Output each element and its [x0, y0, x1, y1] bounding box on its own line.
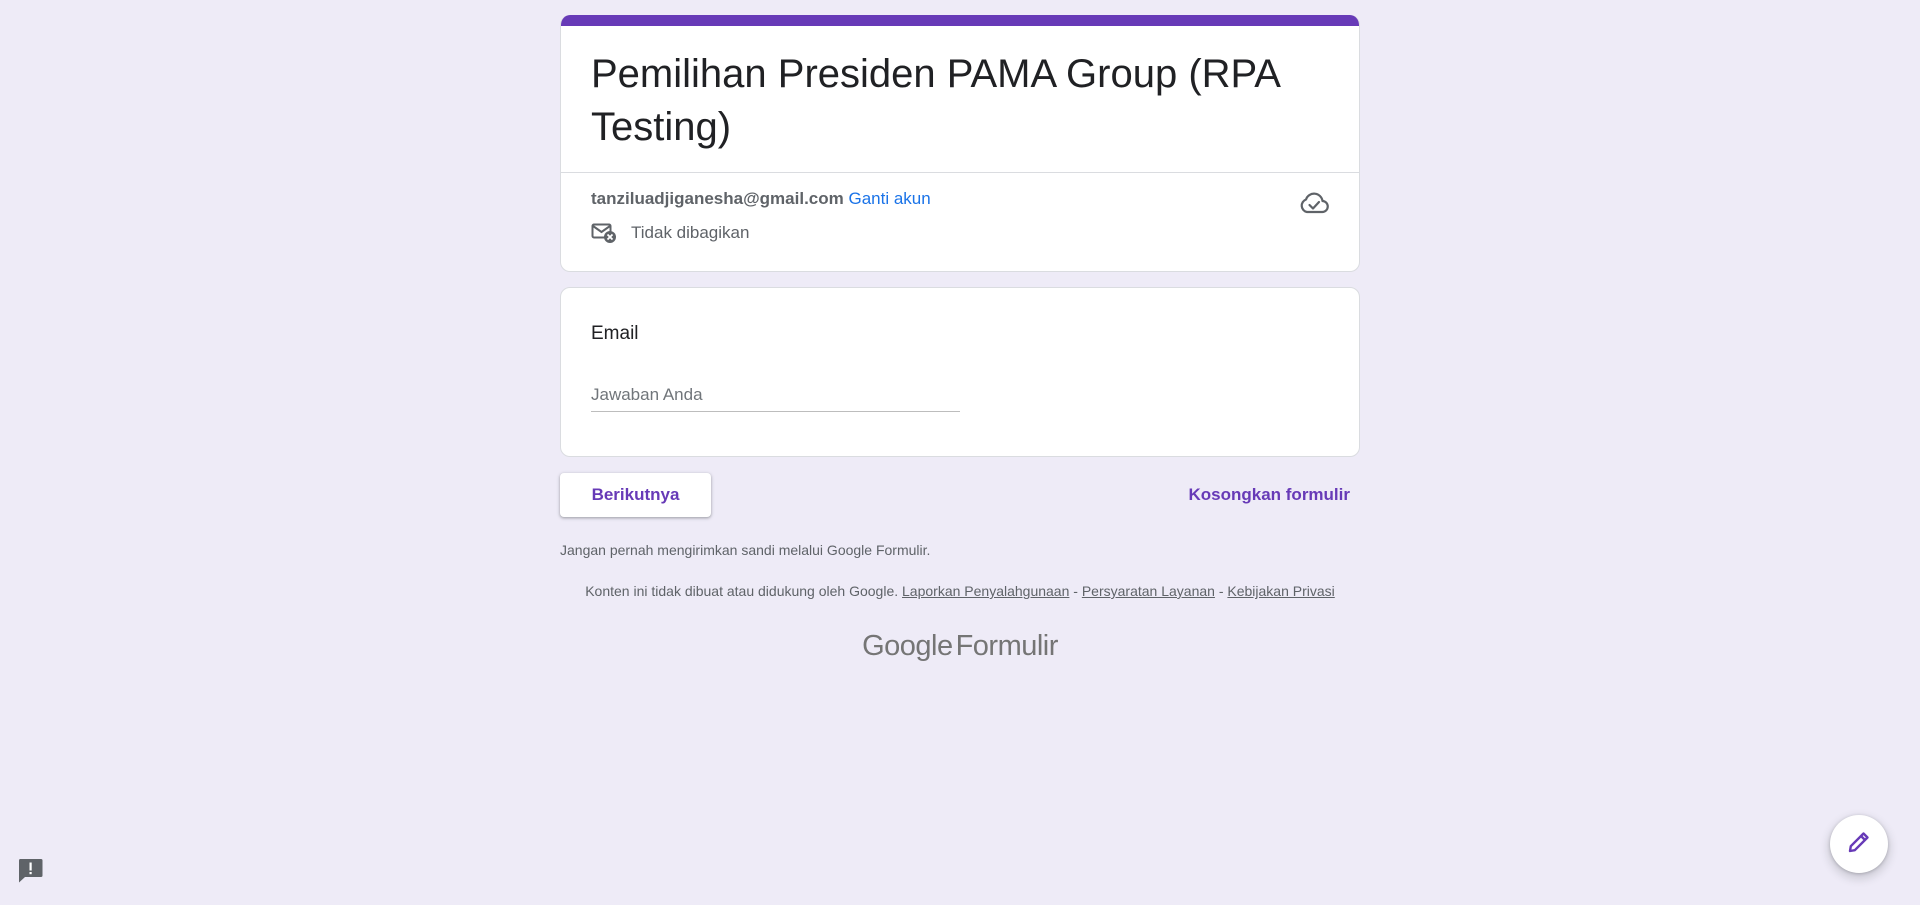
form-title: Pemilihan Presiden PAMA Group (RPA Testi… [591, 52, 1279, 149]
footer-separator: - [1218, 583, 1224, 599]
terms-link[interactable]: Persyaratan Layanan [1082, 583, 1215, 599]
edit-pencil-icon [1846, 829, 1872, 860]
password-warning: Jangan pernah mengirimkan sandi melalui … [560, 542, 931, 558]
question-title: Email [591, 323, 639, 344]
form-container: Pemilihan Presiden PAMA Group (RPA Testi… [560, 15, 1360, 663]
feedback-icon[interactable] [17, 857, 44, 884]
footer-disclaimer: Konten ini tidak dibuat atau didukung ol… [560, 582, 1360, 600]
clear-form-button[interactable]: Kosongkan formulir [1188, 473, 1350, 517]
brand-google: Google [862, 630, 953, 662]
share-status-text: Tidak dibagikan [631, 223, 750, 242]
question-card-email: Email [560, 287, 1360, 457]
share-status: Tidak dibagikan [591, 222, 1329, 244]
cloud-saved-icon [1299, 191, 1329, 217]
privacy-link[interactable]: Kebijakan Privasi [1227, 583, 1334, 599]
account-line: tanziluadjiganesha@gmail.com Ganti akun [591, 188, 1329, 210]
google-forms-logo[interactable]: Google Formulir [560, 630, 1360, 663]
brand-product: Formulir [955, 630, 1059, 662]
account-email: tanziluadjiganesha@gmail.com [591, 189, 844, 208]
account-area: tanziluadjiganesha@gmail.com Ganti akun … [561, 173, 1359, 271]
form-actions: Berikutnya Kosongkan formulir [560, 473, 1360, 518]
switch-account-link[interactable]: Ganti akun [848, 189, 930, 208]
accent-bar [561, 15, 1359, 26]
next-button[interactable]: Berikutnya [560, 473, 711, 517]
footer-separator: - [1073, 583, 1078, 599]
report-abuse-link[interactable]: Laporkan Penyalahgunaan [902, 583, 1069, 599]
email-answer-input[interactable] [591, 385, 960, 412]
mail-not-shared-icon [591, 222, 617, 244]
disclaimer-text: Konten ini tidak dibuat atau didukung ol… [585, 583, 899, 599]
form-header-card: Pemilihan Presiden PAMA Group (RPA Testi… [560, 15, 1360, 272]
title-area: Pemilihan Presiden PAMA Group (RPA Testi… [561, 26, 1359, 173]
edit-form-button[interactable] [1830, 815, 1888, 873]
